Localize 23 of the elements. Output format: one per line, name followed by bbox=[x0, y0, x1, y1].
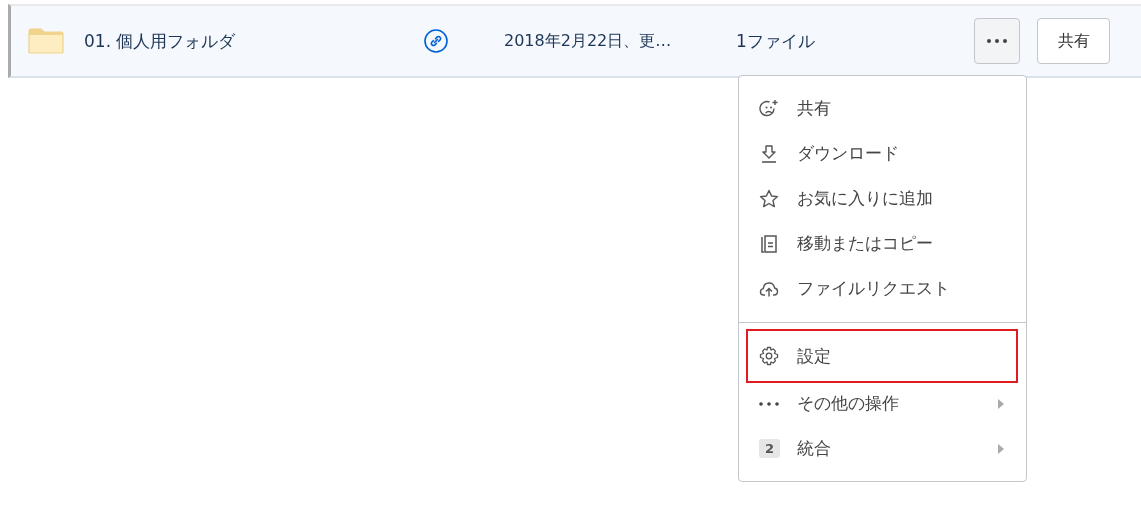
folder-name[interactable]: 01. 個人用フォルダ bbox=[84, 29, 424, 53]
menu-item[interactable]: 2 統合 bbox=[739, 426, 1016, 471]
menu-item[interactable]: 設定 bbox=[748, 331, 1016, 381]
menu-item[interactable]: お気に入りに追加 bbox=[739, 176, 1016, 221]
menu-item[interactable]: その他の操作 bbox=[739, 381, 1016, 426]
shared-link-icon[interactable] bbox=[424, 29, 448, 53]
download-icon bbox=[759, 143, 779, 164]
folder-row[interactable]: 01. 個人用フォルダ 2018年2月22日、更… 1ファイル 共有 bbox=[8, 4, 1141, 78]
menu-item[interactable]: ファイルリクエスト bbox=[739, 266, 1016, 311]
menu-item[interactable]: 共有 bbox=[739, 86, 1016, 131]
more-icon bbox=[759, 401, 779, 406]
star-icon bbox=[759, 188, 779, 209]
menu-item[interactable]: 移動またはコピー bbox=[739, 221, 1016, 266]
modified-date: 2018年2月22日、更… bbox=[504, 30, 673, 52]
copy-icon bbox=[759, 233, 779, 254]
more-icon bbox=[987, 39, 1007, 43]
menu-item[interactable]: ダウンロード bbox=[739, 131, 1016, 176]
settings-icon bbox=[759, 346, 779, 366]
share-button[interactable]: 共有 bbox=[1037, 18, 1110, 64]
file-count: 1ファイル bbox=[736, 29, 816, 53]
person-add-icon bbox=[759, 98, 779, 119]
count-badge: 2 bbox=[759, 439, 781, 458]
folder-icon bbox=[28, 28, 64, 54]
